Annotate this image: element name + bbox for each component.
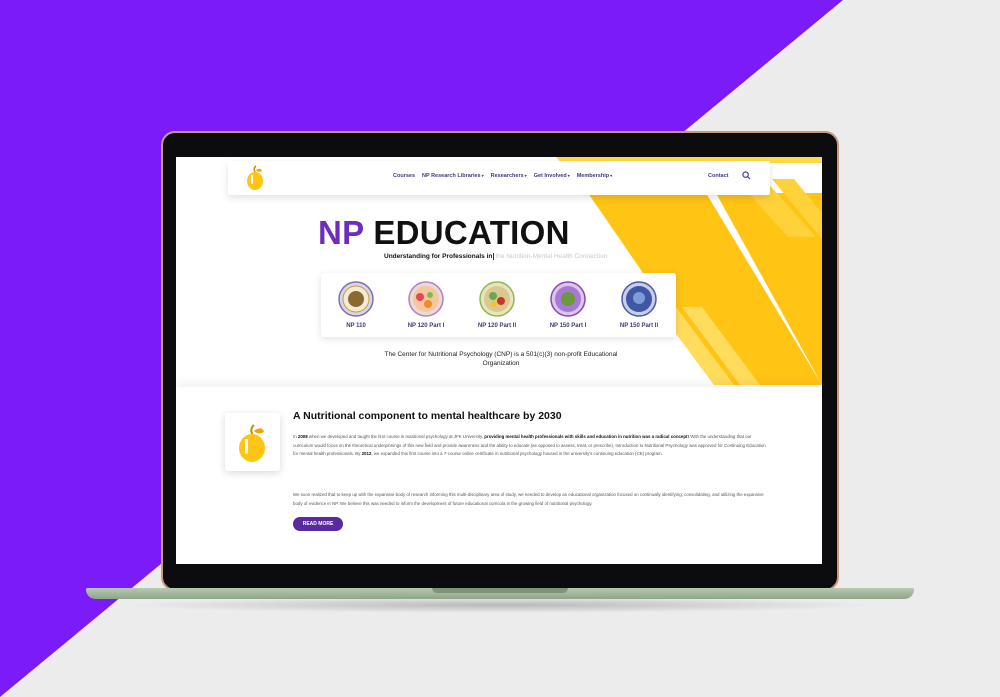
course-np-120-part-1[interactable]: NP 120 Part I [396,281,456,329]
nav-item-label: NP Research Libraries [422,173,481,179]
p1-year-2012: 2012 [361,451,372,457]
read-more-button[interactable]: READ MORE [293,517,343,531]
hero-note: The Center for Nutritional Psychology (C… [384,351,618,367]
course-badge-icon [479,281,515,317]
nav-item-label: Get Involved [533,173,567,179]
title-rest: EDUCATION [363,214,570,251]
chevron-down-icon: ▾ [481,173,484,178]
course-label: NP 110 [346,323,366,329]
subtitle-faded: the Nutrition-Mental Health Connection [495,253,608,261]
course-badge-icon [621,281,657,317]
apple-logo-icon[interactable] [244,165,266,191]
course-np-150-part-2[interactable]: NP 150 Part II [609,281,669,329]
course-label: NP 150 Part II [619,323,659,329]
nav-item-contact[interactable]: Contact [708,173,728,179]
nav-item-get-involved[interactable]: Get Involved▾ [534,173,570,179]
laptop-notch [432,588,568,593]
chevron-down-icon: ▾ [610,173,613,178]
nav-item-courses[interactable]: Courses [393,173,415,179]
course-np-150-part-1[interactable]: NP 150 Part I [538,281,598,329]
courses-card: NP 110 NP 120 Part I NP 120 Part II NP 1… [321,273,676,337]
subtitle-bold: Understanding for Professionals in [384,253,493,261]
chevron-down-icon: ▾ [567,173,570,178]
course-label: NP 120 Part I [407,323,445,329]
hero-subtitle: Understanding for Professionals in the Nu… [384,253,607,260]
p1-bold-text: providing mental health professionals wi… [484,434,689,439]
course-label: NP 150 Part I [549,323,587,329]
nav-item-researchers[interactable]: Researchers▾ [491,173,527,179]
title-accent: NP [318,214,364,251]
section-title: A Nutritional component to mental health… [293,410,562,422]
laptop-screen: Courses NP Research Libraries▾ Researche… [176,157,822,564]
about-paragraph-2: We soon realized that to keep up with th… [293,492,764,506]
course-np-120-part-2[interactable]: NP 120 Part II [467,281,527,329]
top-navbar: Courses NP Research Libraries▾ Researche… [228,161,770,195]
course-badge-icon [338,281,374,317]
nav-item-research-libraries[interactable]: NP Research Libraries▾ [422,173,484,179]
nav-item-label: Researchers [490,173,524,179]
about-section: A Nutritional component to mental health… [176,387,822,564]
chevron-down-icon: ▾ [524,173,527,178]
nav-menu: Courses NP Research Libraries▾ Researche… [393,173,612,179]
laptop-shadow [120,597,880,613]
section-logo-card [225,413,280,471]
nav-item-membership[interactable]: Membership▾ [577,173,612,179]
course-badge-icon [408,281,444,317]
about-paragraph-1: In 2008 when we developed and taught the… [293,433,771,459]
p1-text-d: , we expanded this first course into a 7… [371,451,663,457]
apple-logo-icon [239,424,265,462]
search-icon[interactable] [742,171,751,180]
p1-text-b: when we developed and taught the first c… [307,434,485,439]
course-np-110[interactable]: NP 110 [326,281,386,329]
course-badge-icon [550,281,586,317]
p1-year-2008: 2008 [297,434,308,439]
nav-item-label: Membership [576,173,610,179]
page-title: NP EDUCATION [318,214,570,252]
course-label: NP 120 Part II [477,323,517,329]
